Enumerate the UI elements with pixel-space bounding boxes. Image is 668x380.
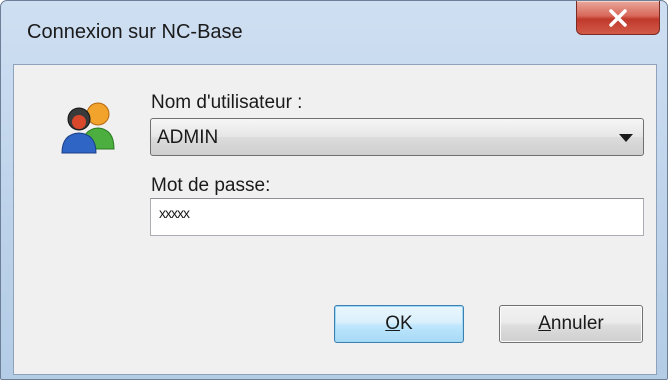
ok-label-rest: K <box>400 313 413 334</box>
login-dialog: Connexion sur NC-Base Nom d'utilisateur … <box>0 0 668 380</box>
ok-button[interactable]: OK <box>334 305 464 343</box>
username-select[interactable]: ADMIN <box>150 118 644 156</box>
password-value: xxxxx <box>159 205 190 221</box>
cancel-button[interactable]: Annuler <box>499 305 643 343</box>
username-label: Nom d'utilisateur : <box>151 92 303 113</box>
close-button[interactable] <box>576 1 660 35</box>
window-title: Connexion sur NC-Base <box>27 21 243 43</box>
title-bar[interactable]: Connexion sur NC-Base <box>1 1 667 65</box>
username-value: ADMIN <box>157 127 219 148</box>
users-icon <box>61 102 115 154</box>
password-label: Mot de passe: <box>151 175 271 196</box>
password-field[interactable]: xxxxx <box>150 198 644 236</box>
cancel-mnemonic: A <box>538 313 551 334</box>
dialog-body: Nom d'utilisateur : ADMIN Mot de passe: … <box>13 64 657 375</box>
chevron-down-icon[interactable] <box>619 134 633 142</box>
ok-mnemonic: O <box>385 313 401 334</box>
close-icon <box>609 8 627 27</box>
cancel-label-rest: nnuler <box>550 313 604 334</box>
